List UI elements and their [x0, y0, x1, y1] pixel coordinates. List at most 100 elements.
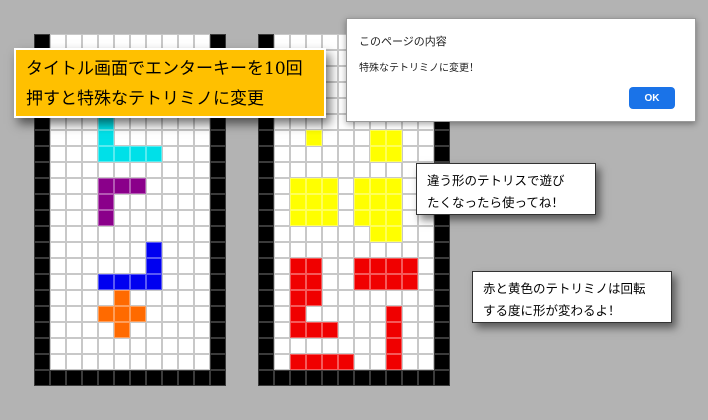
empty-cell — [338, 226, 354, 242]
play-different-shapes-note: 違う形のテトリスで遊び たくなったら使ってね！ — [416, 163, 596, 215]
empty-cell — [82, 194, 98, 210]
empty-cell — [82, 210, 98, 226]
empty-cell — [98, 258, 114, 274]
empty-cell — [194, 194, 210, 210]
empty-cell — [82, 354, 98, 370]
blue-tetromino-block — [146, 258, 162, 274]
empty-cell — [66, 178, 82, 194]
empty-cell — [114, 130, 130, 146]
empty-cell — [178, 290, 194, 306]
play-note-line-2: たくなったら使ってね！ — [427, 195, 564, 210]
yellow-tetromino-block — [386, 210, 402, 226]
empty-cell — [178, 338, 194, 354]
empty-cell — [146, 130, 162, 146]
empty-cell — [114, 338, 130, 354]
yellow-tetromino-block — [354, 210, 370, 226]
red-tetromino-block — [290, 290, 306, 306]
red-tetromino-block — [354, 258, 370, 274]
empty-cell — [274, 226, 290, 242]
empty-cell — [274, 322, 290, 338]
empty-cell — [418, 290, 434, 306]
red-tetromino-block — [370, 258, 386, 274]
yellow-tetromino-block — [370, 210, 386, 226]
ok-button[interactable]: OK — [629, 87, 675, 109]
cyan-tetromino-block — [146, 146, 162, 162]
wall-block — [210, 322, 226, 338]
empty-cell — [50, 130, 66, 146]
empty-cell — [418, 226, 434, 242]
wall-block — [434, 354, 450, 370]
wall-block — [210, 178, 226, 194]
empty-cell — [82, 146, 98, 162]
empty-cell — [402, 226, 418, 242]
wall-block — [50, 370, 66, 386]
empty-cell — [178, 178, 194, 194]
empty-cell — [306, 242, 322, 258]
empty-cell — [386, 162, 402, 178]
empty-cell — [322, 274, 338, 290]
empty-cell — [274, 338, 290, 354]
empty-cell — [338, 274, 354, 290]
empty-cell — [402, 306, 418, 322]
empty-cell — [338, 306, 354, 322]
browser-alert-dialog: このページの内容 特殊なテトリミノに変更！ OK — [346, 18, 696, 122]
empty-cell — [274, 194, 290, 210]
empty-cell — [66, 130, 82, 146]
empty-cell — [354, 226, 370, 242]
empty-cell — [402, 354, 418, 370]
empty-cell — [322, 130, 338, 146]
wall-block — [258, 354, 274, 370]
yellow-tetromino-block — [306, 210, 322, 226]
wall-block — [386, 370, 402, 386]
empty-cell — [354, 242, 370, 258]
wall-block — [258, 162, 274, 178]
empty-cell — [66, 226, 82, 242]
empty-cell — [274, 258, 290, 274]
empty-cell — [418, 338, 434, 354]
empty-cell — [114, 258, 130, 274]
title-screen-instruction-note: タイトル画面でエンターキーを10回 押すと特殊なテトリミノに変更 — [14, 48, 326, 118]
blue-tetromino-block — [130, 274, 146, 290]
empty-cell — [194, 226, 210, 242]
wall-block — [354, 370, 370, 386]
empty-cell — [178, 354, 194, 370]
red-tetromino-block — [322, 322, 338, 338]
red-tetromino-block — [290, 322, 306, 338]
empty-cell — [98, 162, 114, 178]
empty-cell — [322, 258, 338, 274]
empty-cell — [66, 162, 82, 178]
wall-block — [34, 338, 50, 354]
empty-cell — [194, 130, 210, 146]
empty-cell — [194, 178, 210, 194]
wall-block — [34, 306, 50, 322]
red-tetromino-block — [386, 258, 402, 274]
yellow-tetromino-block — [322, 194, 338, 210]
empty-cell — [50, 322, 66, 338]
empty-cell — [338, 130, 354, 146]
empty-cell — [130, 162, 146, 178]
empty-cell — [274, 162, 290, 178]
empty-cell — [66, 210, 82, 226]
empty-cell — [402, 290, 418, 306]
wall-block — [82, 370, 98, 386]
empty-cell — [370, 162, 386, 178]
empty-cell — [82, 306, 98, 322]
wall-block — [146, 370, 162, 386]
wall-block — [34, 242, 50, 258]
empty-cell — [386, 242, 402, 258]
yellow-tetromino-block — [370, 194, 386, 210]
empty-cell — [178, 162, 194, 178]
empty-cell — [322, 338, 338, 354]
wall-block — [210, 290, 226, 306]
empty-cell — [194, 146, 210, 162]
red-tetromino-block — [386, 354, 402, 370]
purple-tetromino-block — [98, 210, 114, 226]
empty-cell — [370, 338, 386, 354]
empty-cell — [354, 162, 370, 178]
empty-cell — [402, 338, 418, 354]
empty-cell — [194, 162, 210, 178]
blue-tetromino-block — [146, 274, 162, 290]
empty-cell — [418, 242, 434, 258]
yellow-tetromino-block — [354, 194, 370, 210]
red-tetromino-block — [306, 290, 322, 306]
